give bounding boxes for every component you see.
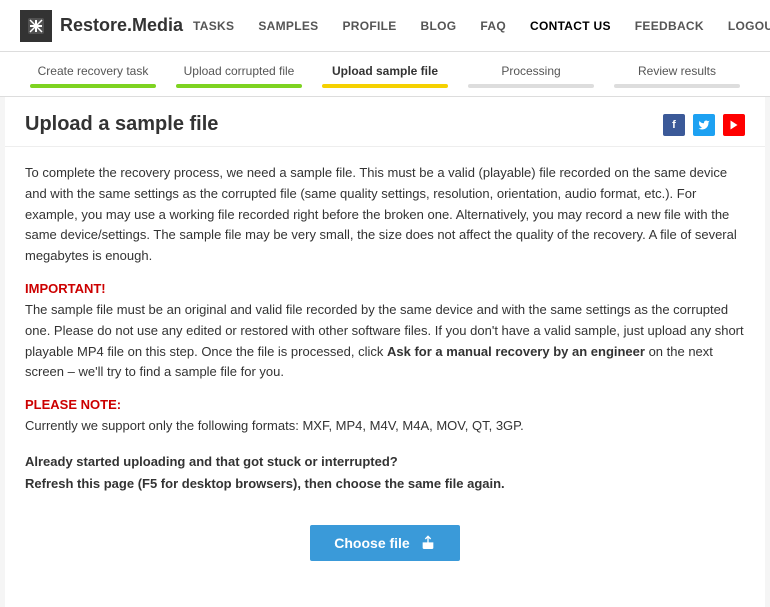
content-body: To complete the recovery process, we nee… [5, 147, 765, 607]
stuck-line1: Already started uploading and that got s… [25, 451, 745, 473]
logo-icon [20, 10, 52, 42]
step-line-1 [30, 84, 156, 88]
nav-tasks[interactable]: TASKS [183, 13, 244, 39]
nav-blog[interactable]: BLOG [411, 13, 467, 39]
note-text: Currently we support only the following … [25, 416, 745, 437]
step-line-5 [614, 84, 740, 88]
note-label: PLEASE NOTE: [25, 397, 745, 412]
note-section: PLEASE NOTE: Currently we support only t… [25, 397, 745, 437]
description-text: To complete the recovery process, we nee… [25, 163, 745, 267]
important-label: IMPORTANT! [25, 281, 745, 296]
nav-faq[interactable]: FAQ [470, 13, 516, 39]
step-line-4 [468, 84, 594, 88]
stuck-section: Already started uploading and that got s… [25, 451, 745, 495]
step-processing[interactable]: Processing [458, 64, 604, 96]
logo-text: Restore.Media [60, 15, 183, 36]
choose-file-button[interactable]: Choose file [310, 525, 459, 561]
facebook-icon[interactable]: f [663, 114, 685, 136]
nav-profile[interactable]: PROFILE [332, 13, 406, 39]
choose-file-label: Choose file [334, 535, 409, 551]
steps-bar: Create recovery task Upload corrupted fi… [0, 52, 770, 97]
social-icons: f [663, 114, 745, 136]
step-line-2 [176, 84, 302, 88]
important-section: IMPORTANT! The sample file must be an or… [25, 281, 745, 383]
nav-feedback[interactable]: FEEDBACK [625, 13, 714, 39]
step-review[interactable]: Review results [604, 64, 750, 96]
step-line-3 [322, 84, 448, 88]
main-content: Upload a sample file f To complete the r… [5, 97, 765, 607]
logo-area: Restore.Media [20, 10, 183, 42]
nav-samples[interactable]: SAMPLES [248, 13, 328, 39]
header: Restore.Media TASKS SAMPLES PROFILE BLOG… [0, 0, 770, 52]
page-header: Upload a sample file f [5, 97, 765, 147]
step-upload-sample[interactable]: Upload sample file [312, 64, 458, 96]
page-title: Upload a sample file [25, 113, 218, 136]
twitter-icon[interactable] [693, 114, 715, 136]
step-upload-corrupted[interactable]: Upload corrupted file [166, 64, 312, 96]
stuck-line2: Refresh this page (F5 for desktop browse… [25, 473, 745, 495]
youtube-icon[interactable] [723, 114, 745, 136]
choose-file-area: Choose file [25, 515, 745, 591]
nav-logout[interactable]: LOGOUT [718, 13, 770, 39]
important-text: The sample file must be an original and … [25, 300, 745, 383]
step-create-recovery[interactable]: Create recovery task [20, 64, 166, 96]
manual-recovery-link[interactable]: Ask for a manual recovery by an engineer [387, 344, 645, 359]
nav: TASKS SAMPLES PROFILE BLOG FAQ CONTACT U… [183, 13, 770, 39]
upload-icon [420, 535, 436, 551]
nav-contact[interactable]: CONTACT US [520, 13, 621, 39]
